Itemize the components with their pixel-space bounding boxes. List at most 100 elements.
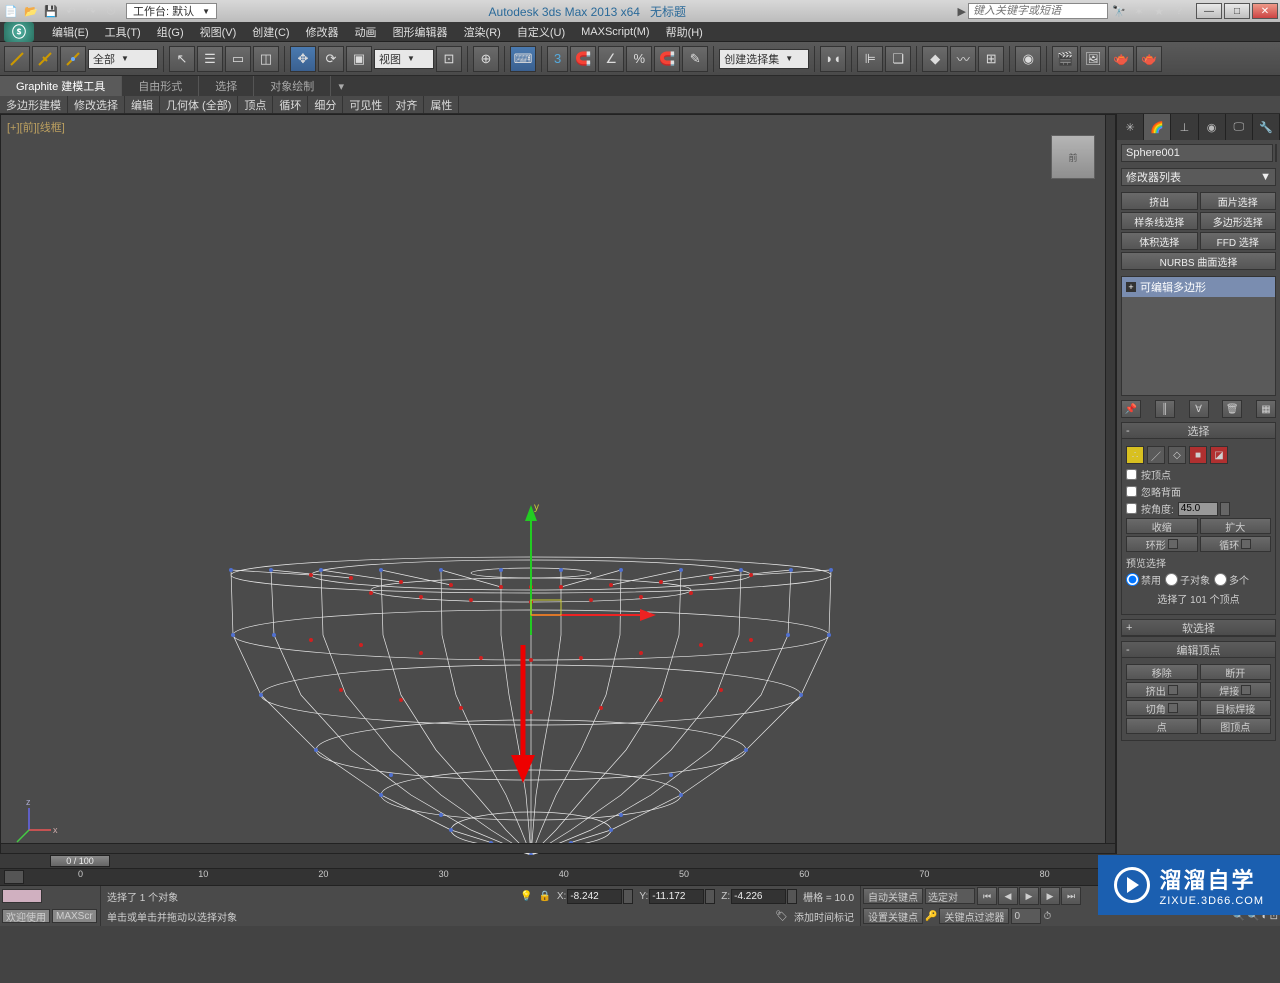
ribbon-tab-graphite[interactable]: Graphite 建模工具: [0, 76, 122, 96]
material-editor-icon[interactable]: ◉: [1015, 46, 1041, 72]
layers-icon[interactable]: ❏: [885, 46, 911, 72]
undo-icon[interactable]: ↶: [62, 3, 80, 19]
goto-start-icon[interactable]: ⏮: [977, 887, 997, 905]
ref-coord-system[interactable]: 视图▼: [374, 49, 434, 69]
mod-extrude[interactable]: 挤出: [1121, 192, 1198, 210]
rollout-selection-header[interactable]: -选择: [1122, 423, 1275, 439]
mod-poly-select[interactable]: 多边形选择: [1200, 212, 1277, 230]
display-tab-icon[interactable]: 🖵: [1226, 114, 1253, 140]
angle-spinner[interactable]: [1178, 502, 1218, 516]
help-search-input[interactable]: [968, 3, 1108, 19]
rendered-frame-icon[interactable]: 🖼: [1080, 46, 1106, 72]
menu-animation[interactable]: 动画: [347, 24, 385, 40]
show-end-result-icon[interactable]: ║: [1155, 400, 1175, 418]
menu-edit[interactable]: 编辑(E): [44, 24, 97, 40]
move-icon[interactable]: ✥: [290, 46, 316, 72]
menu-create[interactable]: 创建(C): [244, 24, 297, 40]
link-icon[interactable]: ⎋: [102, 3, 120, 19]
hierarchy-tab-icon[interactable]: ⊥: [1171, 114, 1198, 140]
make-unique-icon[interactable]: ∀: [1189, 400, 1209, 418]
exchange-icon[interactable]: ✶: [1130, 3, 1148, 19]
set-key-button[interactable]: 设置关键点: [863, 908, 923, 924]
ribbon-edit[interactable]: 编辑: [125, 96, 160, 113]
target-weld-button[interactable]: 目标焊接: [1200, 700, 1272, 716]
prev-frame-icon[interactable]: ◀: [998, 887, 1018, 905]
ribbon-visibility[interactable]: 可见性: [343, 96, 389, 113]
lock-icon[interactable]: 💡: [520, 891, 532, 902]
viewport[interactable]: [+][前][线框] 前: [0, 114, 1116, 854]
viewport-scrollbar-h[interactable]: [1, 843, 1115, 853]
bind-icon[interactable]: [60, 46, 86, 72]
redo-icon[interactable]: ↷: [82, 3, 100, 19]
lock2-icon[interactable]: 🔒: [538, 891, 550, 902]
coord-x[interactable]: [567, 889, 622, 904]
viewport-label[interactable]: [+][前][线框]: [7, 119, 65, 135]
ribbon-poly-modeling[interactable]: 多边形建模: [0, 96, 68, 113]
menu-customize[interactable]: 自定义(U): [509, 24, 573, 40]
named-selection-set[interactable]: 创建选择集▼: [719, 49, 809, 69]
maxscript-tag[interactable]: MAXScr: [52, 909, 97, 923]
select-by-name-icon[interactable]: ☰: [197, 46, 223, 72]
unlink-icon[interactable]: [32, 46, 58, 72]
mod-patch-select[interactable]: 面片选择: [1200, 192, 1277, 210]
track-bar[interactable]: 0 10 20 30 40 50 60 70 80 90 100: [0, 868, 1280, 886]
preview-multi-radio[interactable]: [1214, 573, 1227, 586]
maximize-button[interactable]: □: [1224, 3, 1250, 19]
modifier-list[interactable]: 修改器列表▼: [1121, 168, 1276, 186]
goto-end-icon[interactable]: ⏭: [1061, 887, 1081, 905]
remove-button[interactable]: 移除: [1126, 664, 1198, 680]
subobj-edge-icon[interactable]: ／: [1147, 446, 1165, 464]
break-button[interactable]: 断开: [1200, 664, 1272, 680]
mirror-icon[interactable]: ◗◖: [820, 46, 846, 72]
ribbon-tab-freeform[interactable]: 自由形式: [122, 76, 199, 96]
curve-editor-icon[interactable]: 〰: [950, 46, 976, 72]
workspace-selector[interactable]: 工作台: 默认▼: [126, 3, 217, 19]
menu-help[interactable]: 帮助(H): [658, 24, 711, 40]
ribbon-tab-objectpaint[interactable]: 对象绘制: [254, 76, 331, 96]
dot-button[interactable]: 点: [1126, 718, 1198, 734]
subobj-polygon-icon[interactable]: ■: [1189, 446, 1207, 464]
modifier-stack[interactable]: +可编辑多边形: [1121, 276, 1276, 396]
preview-subobj-radio[interactable]: [1165, 573, 1178, 586]
ignore-backfacing-check[interactable]: [1126, 486, 1137, 497]
render-icon[interactable]: 🫖: [1108, 46, 1134, 72]
configure-sets-icon[interactable]: ▦: [1256, 400, 1276, 418]
time-slider[interactable]: 0 / 100: [0, 854, 1280, 868]
ribbon-vertices[interactable]: 顶点: [238, 96, 273, 113]
keyboard-shortcut-icon[interactable]: ⌨: [510, 46, 536, 72]
select-object-icon[interactable]: ↖: [169, 46, 195, 72]
select-link-icon[interactable]: [4, 46, 30, 72]
scale-icon[interactable]: ▣: [346, 46, 372, 72]
open-icon[interactable]: 📂: [22, 3, 40, 19]
current-frame-input[interactable]: [1011, 908, 1041, 924]
menu-group[interactable]: 组(G): [149, 24, 192, 40]
window-crossing-icon[interactable]: ◫: [253, 46, 279, 72]
menu-modifiers[interactable]: 修改器: [298, 24, 347, 40]
key-selset[interactable]: [925, 888, 975, 904]
loop-button[interactable]: 循环: [1200, 536, 1272, 552]
render-iterative-icon[interactable]: 🫖: [1136, 46, 1162, 72]
pin-stack-icon[interactable]: 📌: [1121, 400, 1141, 418]
ribbon-properties[interactable]: 属性: [424, 96, 459, 113]
mod-ffd-select[interactable]: FFD 选择: [1200, 232, 1277, 250]
render-setup-icon[interactable]: 🎬: [1052, 46, 1078, 72]
mod-nurbs-select[interactable]: NURBS 曲面选择: [1121, 252, 1276, 270]
ring-button[interactable]: 环形: [1126, 536, 1198, 552]
viewport-scrollbar-v[interactable]: [1105, 115, 1115, 843]
snap-angle[interactable]: 3: [547, 46, 568, 72]
percent-snap-icon[interactable]: %: [626, 46, 652, 72]
chamfer-button[interactable]: 切角: [1126, 700, 1198, 716]
rect-region-icon[interactable]: ▭: [225, 46, 251, 72]
maxscript-mini[interactable]: [0, 886, 100, 906]
key-filters-button[interactable]: 关键点过滤器: [939, 908, 1009, 924]
new-icon[interactable]: 📄: [2, 3, 20, 19]
schematic-icon[interactable]: ⊞: [978, 46, 1004, 72]
by-vertex-check[interactable]: [1126, 469, 1137, 480]
next-frame-icon[interactable]: ▶: [1040, 887, 1060, 905]
menu-views[interactable]: 视图(V): [192, 24, 245, 40]
spinner-snap-icon[interactable]: 🧲: [654, 46, 680, 72]
play-icon[interactable]: ▶: [1019, 887, 1039, 905]
welcome-tag[interactable]: 欢迎使用: [2, 909, 50, 923]
preview-off-radio[interactable]: [1126, 573, 1139, 586]
selection-filter[interactable]: 全部▼: [88, 49, 158, 69]
